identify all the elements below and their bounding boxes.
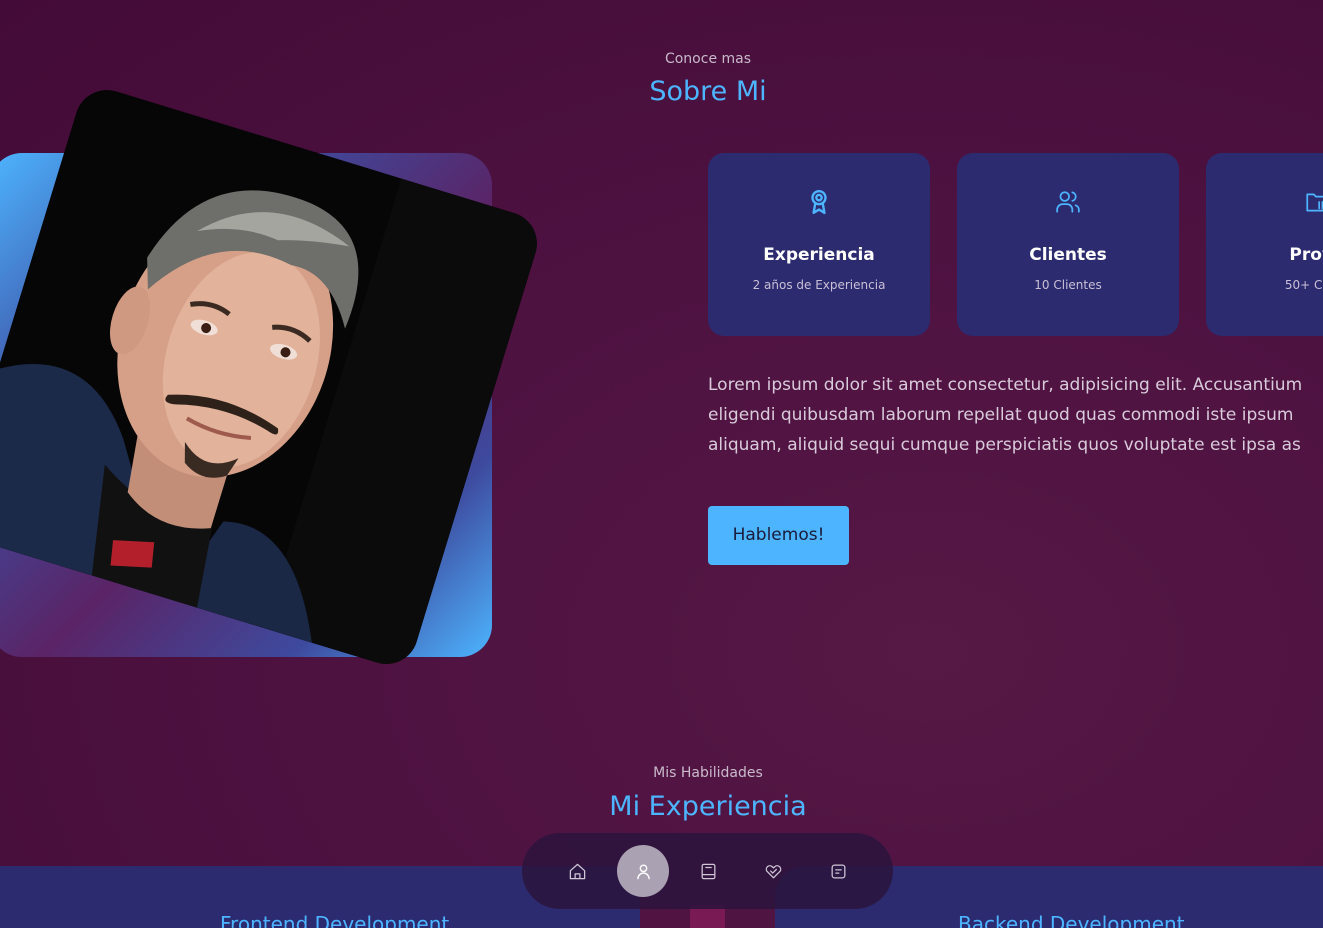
message-icon [831,864,845,878]
about-paragraph-line: eligendi quibusdam laborum repellat quod… [708,405,1294,425]
skills-title: Mi Experiencia [609,791,807,822]
frontend-title: Frontend Development [220,912,450,928]
folder-icon [1206,189,1323,215]
users-icon [957,189,1179,215]
lets-talk-button[interactable]: Hablemos! [708,506,849,565]
about-title: Sobre Mi [649,76,767,107]
card-experience-sub: 2 años de Experiencia [752,278,886,292]
about-paragraph-line: aliquam, aliquid sequi cumque perspiciat… [708,435,1301,455]
bottom-nav [522,833,893,909]
card-clients-title: Clientes [1029,245,1107,265]
nav-home[interactable] [551,845,603,897]
card-experience-title: Experiencia [763,245,875,265]
card-clients: Clientes 10 Clientes [957,153,1179,336]
nav-experience[interactable] [682,845,734,897]
nav-about[interactable] [617,845,669,897]
card-experience: Experiencia 2 años de Experiencia [708,153,930,336]
backend-title: Backend Development [958,912,1185,928]
nav-services[interactable] [747,845,799,897]
award-icon [708,189,930,215]
home-icon [569,863,585,879]
service-icon [765,864,781,878]
skills-subtitle: Mis Habilidades [653,765,763,781]
book-icon [701,863,715,879]
card-projects-title: Proye [1289,245,1323,265]
about-paragraph-line: Lorem ipsum dolor sit amet consectetur, … [708,375,1303,395]
card-clients-sub: 10 Clientes [1034,278,1102,292]
user-icon [636,863,650,879]
nav-contact[interactable] [812,845,864,897]
card-projects: Proye 50+ Comp [1206,153,1323,336]
card-projects-sub: 50+ Comp [1284,278,1323,292]
about-subtitle: Conoce mas [664,51,752,67]
about-paragraph: Lorem ipsum dolor sit amet consectetur, … [708,370,1323,460]
